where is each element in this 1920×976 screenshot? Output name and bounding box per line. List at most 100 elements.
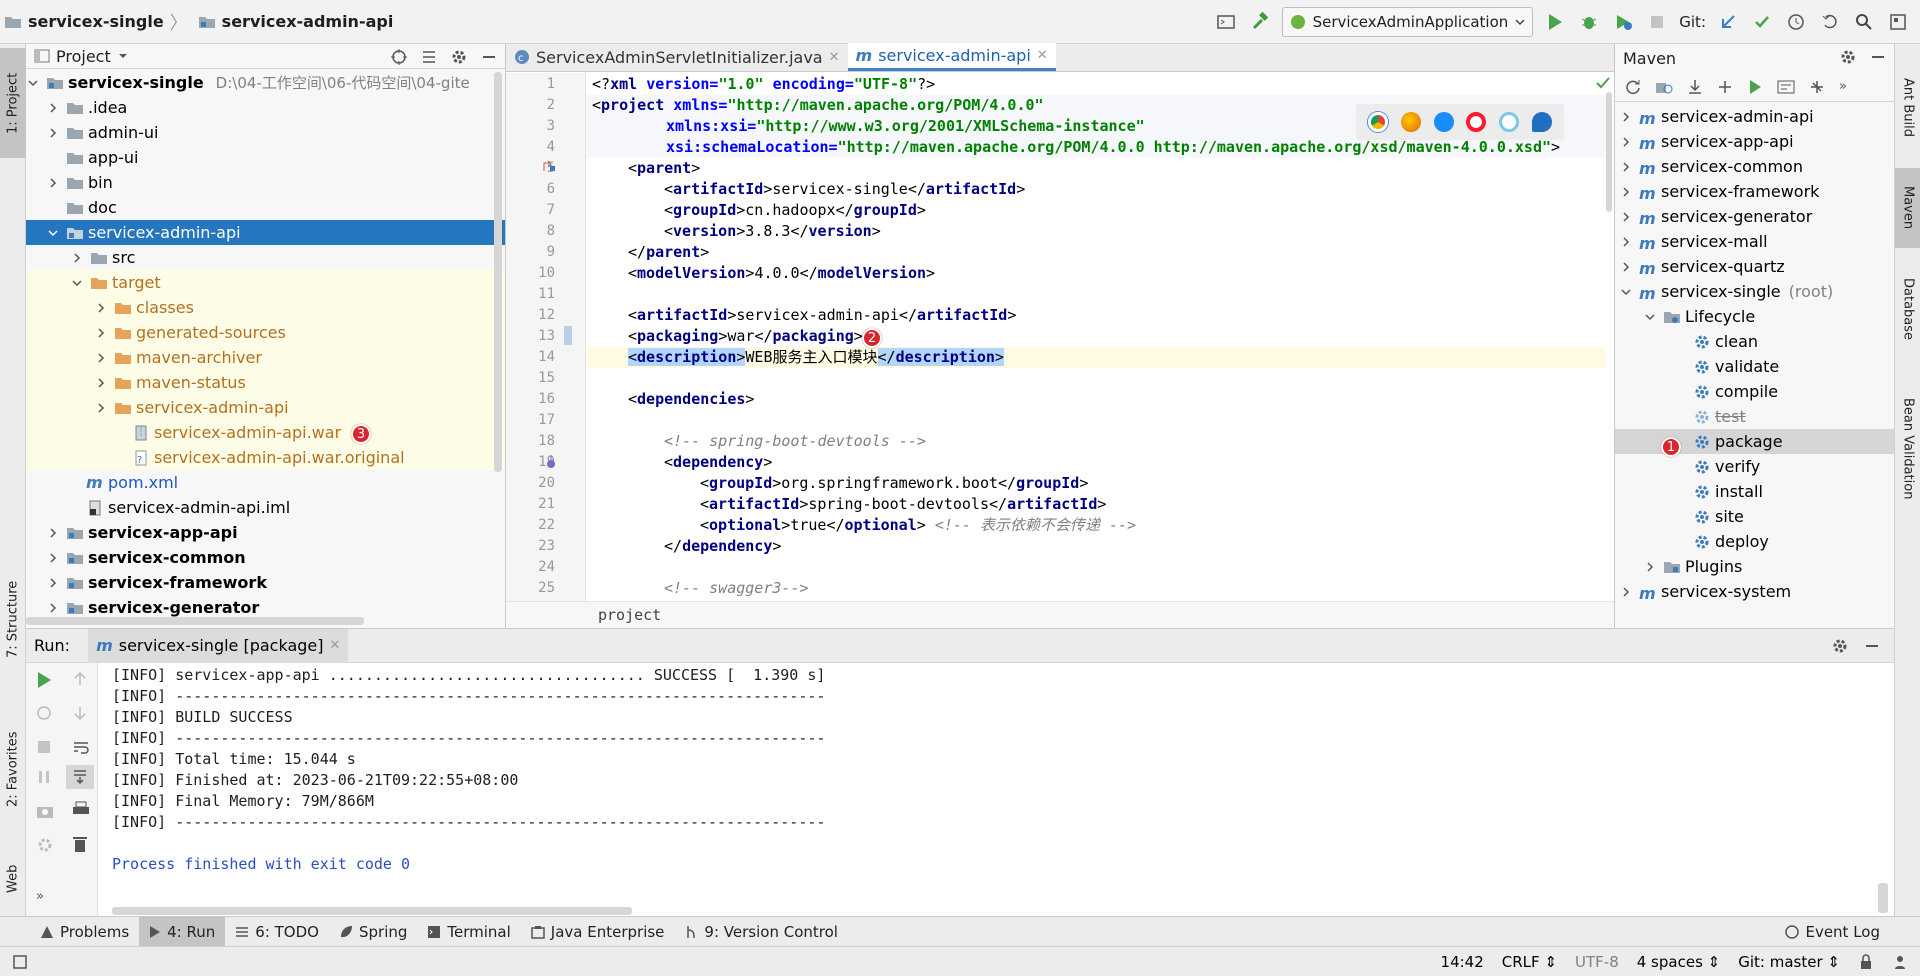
vertical-scrollbar[interactable] <box>494 72 502 472</box>
git-update-icon[interactable] <box>1716 10 1740 34</box>
tree-row-war-original-file[interactable]: ? servicex-admin-api.war.original <box>26 445 505 470</box>
tab-run[interactable]: 4: Run <box>139 916 226 947</box>
rerun-failed-icon[interactable] <box>36 705 52 721</box>
chevron-right-icon[interactable] <box>94 326 108 340</box>
tree-row-app-ui[interactable]: app-ui <box>26 145 505 170</box>
soft-wrap-icon[interactable] <box>72 739 90 755</box>
safari-icon[interactable] <box>1433 112 1454 132</box>
tool-window-web-tab[interactable]: Web <box>0 854 26 904</box>
maven-row-servicex-generator[interactable]: m servicex-generator <box>1615 204 1894 229</box>
coverage-icon[interactable] <box>1611 10 1635 34</box>
maven-row-plugins[interactable]: Plugins <box>1615 554 1894 579</box>
tab-problems[interactable]: Problems <box>30 917 139 947</box>
edge-icon[interactable] <box>1531 112 1552 132</box>
project-structure-icon[interactable] <box>1886 10 1910 34</box>
chevron-right-icon[interactable] <box>46 526 60 540</box>
chevron-right-icon[interactable] <box>94 376 108 390</box>
collapse-all-icon[interactable] <box>421 49 437 65</box>
tool-window-maven-tab[interactable]: Maven <box>1895 168 1920 248</box>
chevron-right-icon[interactable] <box>1619 110 1633 124</box>
generate-sources-icon[interactable] <box>1655 79 1673 95</box>
vertical-scrollbar[interactable] <box>1878 883 1888 913</box>
chevron-right-icon[interactable] <box>46 576 60 590</box>
run-tab[interactable]: m servicex-single [package] ✕ <box>88 628 349 663</box>
maven-row-servicex-app-api[interactable]: m servicex-app-api <box>1615 129 1894 154</box>
caret-position[interactable]: 14:42 <box>1441 953 1484 971</box>
tree-row-pom-xml[interactable]: m pom.xml <box>26 470 505 495</box>
maven-goal-install[interactable]: install <box>1615 479 1894 504</box>
maven-row-servicex-system[interactable]: m servicex-system <box>1615 579 1894 604</box>
chevron-right-icon[interactable] <box>94 351 108 365</box>
tab-terminal[interactable]: Terminal <box>417 917 520 947</box>
tree-row-doc[interactable]: doc <box>26 195 505 220</box>
tool-window-bean-validation-tab[interactable]: Bean Validation <box>1895 374 1920 524</box>
tree-row-target-servicex-admin-api[interactable]: servicex-admin-api <box>26 395 505 420</box>
chevron-right-icon[interactable] <box>70 251 84 265</box>
breadcrumb-module[interactable]: servicex-admin-api <box>194 12 393 31</box>
tree-row-src[interactable]: src <box>26 245 505 270</box>
chevron-right-icon[interactable] <box>46 176 60 190</box>
maven-row-servicex-mall[interactable]: m servicex-mall <box>1615 229 1894 254</box>
download-icon[interactable] <box>1687 79 1703 95</box>
maven-goal-compile[interactable]: compile <box>1615 379 1894 404</box>
firefox-icon[interactable] <box>1400 112 1421 132</box>
locate-icon[interactable] <box>391 48 407 65</box>
git-branch-widget[interactable]: Git: master ⇕ <box>1738 953 1840 971</box>
tool-window-structure-tab[interactable]: 7: Structure <box>0 564 26 674</box>
chrome-icon[interactable] <box>1368 112 1389 132</box>
run-console[interactable]: [INFO] servicex-app-api ................… <box>98 663 1894 917</box>
print-icon[interactable] <box>72 801 90 817</box>
minimize-icon[interactable] <box>481 49 497 65</box>
maven-goal-validate[interactable]: validate <box>1615 354 1894 379</box>
file-encoding[interactable]: UTF-8 <box>1575 953 1619 971</box>
editor-breadcrumb[interactable]: project <box>506 601 1614 628</box>
minimize-icon[interactable] <box>1870 49 1886 65</box>
chevron-right-icon[interactable] <box>1619 585 1633 599</box>
maven-goal-deploy[interactable]: deploy <box>1615 529 1894 554</box>
maven-row-lifecycle[interactable]: Lifecycle <box>1615 304 1894 329</box>
chevron-down-icon[interactable] <box>117 51 129 61</box>
maven-goal-verify[interactable]: verify <box>1615 454 1894 479</box>
run-configuration-select[interactable]: ServicexAdminApplication <box>1281 7 1534 37</box>
search-icon[interactable] <box>1852 10 1876 34</box>
debug-icon[interactable] <box>1577 10 1601 34</box>
tree-row-iml-file[interactable]: servicex-admin-api.iml <box>26 495 505 520</box>
toggle-tool-windows-icon[interactable] <box>12 954 28 970</box>
tool-window-favorites-tab[interactable]: 2: Favorites <box>0 714 26 824</box>
tree-row-generated-sources[interactable]: generated-sources <box>26 320 505 345</box>
gear-icon[interactable] <box>1840 49 1856 65</box>
tree-row-maven-status[interactable]: maven-status <box>26 370 505 395</box>
chevron-down-icon[interactable] <box>1619 285 1633 299</box>
toggle-offline-icon[interactable] <box>1809 79 1825 95</box>
close-icon[interactable]: ✕ <box>1037 48 1048 63</box>
arrow-up-icon[interactable] <box>72 671 88 687</box>
run-icon[interactable] <box>1543 10 1567 34</box>
reload-icon[interactable] <box>1625 79 1641 95</box>
override-gutter-icon[interactable] <box>542 159 556 173</box>
maven-goal-clean[interactable]: clean <box>1615 329 1894 354</box>
tree-row-servicex-framework[interactable]: servicex-framework <box>26 570 505 595</box>
tab-servlet-initializer[interactable]: c ServicexAdminServletInitializer.java ✕ <box>506 43 848 71</box>
trash-icon[interactable] <box>72 835 88 853</box>
maven-row-servicex-common[interactable]: m servicex-common <box>1615 154 1894 179</box>
opera-icon[interactable] <box>1466 112 1487 132</box>
maven-row-servicex-quartz[interactable]: m servicex-quartz <box>1615 254 1894 279</box>
chevron-right-icon[interactable] <box>1619 185 1633 199</box>
indent-widget[interactable]: 4 spaces ⇕ <box>1637 953 1721 971</box>
tree-row-servicex-app-api[interactable]: servicex-app-api <box>26 520 505 545</box>
chevron-right-icon[interactable] <box>1619 210 1633 224</box>
tree-row-classes[interactable]: classes <box>26 295 505 320</box>
camera-icon[interactable] <box>36 803 54 819</box>
maven-goal-test[interactable]: test <box>1615 404 1894 429</box>
chevron-right-icon[interactable] <box>1643 560 1657 574</box>
maven-row-servicex-single[interactable]: m servicex-single (root) <box>1615 279 1894 304</box>
chevron-right-icon[interactable] <box>1619 160 1633 174</box>
tool-window-database-tab[interactable]: Database <box>1895 254 1920 364</box>
tab-version-control[interactable]: 9: Version Control <box>674 917 848 947</box>
tool-window-project-tab[interactable]: 1: Project <box>0 48 26 158</box>
lock-icon[interactable] <box>1858 954 1874 970</box>
chevron-right-icon[interactable] <box>94 401 108 415</box>
tab-todo[interactable]: 6: TODO <box>225 917 329 947</box>
inspector-icon[interactable] <box>1892 954 1908 970</box>
stop-icon[interactable] <box>1645 10 1669 34</box>
